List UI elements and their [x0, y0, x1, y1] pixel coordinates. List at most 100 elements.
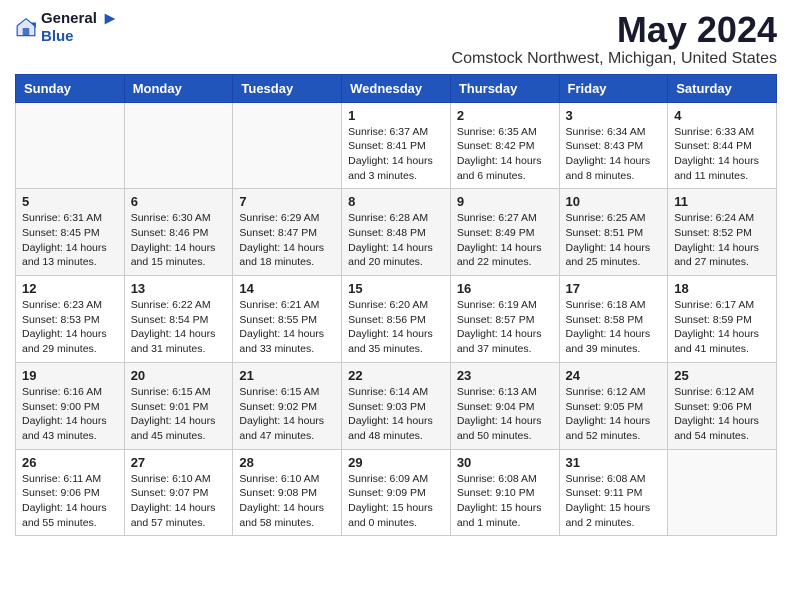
calendar-cell: 18 Sunrise: 6:17 AMSunset: 8:59 PMDayligh… [668, 276, 777, 363]
calendar-cell: 9 Sunrise: 6:27 AMSunset: 8:49 PMDaylight… [450, 189, 559, 276]
day-number: 7 [239, 194, 335, 209]
calendar-cell: 20 Sunrise: 6:15 AMSunset: 9:01 PMDayligh… [124, 362, 233, 449]
day-info: Sunrise: 6:13 AMSunset: 9:04 PMDaylight:… [457, 385, 553, 444]
day-number: 15 [348, 281, 444, 296]
weekday-header-thursday: Thursday [450, 74, 559, 102]
day-info: Sunrise: 6:31 AMSunset: 8:45 PMDaylight:… [22, 211, 118, 270]
calendar-cell: 15 Sunrise: 6:20 AMSunset: 8:56 PMDayligh… [342, 276, 451, 363]
calendar-cell: 19 Sunrise: 6:16 AMSunset: 9:00 PMDayligh… [16, 362, 125, 449]
weekday-header-row: SundayMondayTuesdayWednesdayThursdayFrid… [16, 74, 777, 102]
calendar-cell: 4 Sunrise: 6:33 AMSunset: 8:44 PMDaylight… [668, 102, 777, 189]
calendar-cell: 7 Sunrise: 6:29 AMSunset: 8:47 PMDaylight… [233, 189, 342, 276]
day-info: Sunrise: 6:10 AMSunset: 9:08 PMDaylight:… [239, 472, 335, 531]
calendar-cell: 17Sunrise: 6:18 AMSunset: 8:58 PMDayligh… [559, 276, 668, 363]
day-info: Sunrise: 6:34 AMSunset: 8:43 PMDaylight:… [566, 125, 662, 184]
title-area: May 2024 Comstock Northwest, Michigan, U… [452, 10, 777, 68]
calendar-cell: 27 Sunrise: 6:10 AMSunset: 9:07 PMDayligh… [124, 449, 233, 536]
day-info: Sunrise: 6:27 AMSunset: 8:49 PMDaylight:… [457, 211, 553, 270]
day-info: Sunrise: 6:11 AMSunset: 9:06 PMDaylight:… [22, 472, 118, 531]
calendar-cell: 14 Sunrise: 6:21 AMSunset: 8:55 PMDayligh… [233, 276, 342, 363]
day-number: 1 [348, 108, 444, 123]
calendar-cell: 21Sunrise: 6:15 AMSunset: 9:02 PMDayligh… [233, 362, 342, 449]
day-number: 20 [131, 368, 227, 383]
weekday-header-sunday: Sunday [16, 74, 125, 102]
day-number: 26 [22, 455, 118, 470]
day-number: 12 [22, 281, 118, 296]
calendar-cell [124, 102, 233, 189]
day-number: 24 [566, 368, 662, 383]
day-info: Sunrise: 6:08 AMSunset: 9:10 PMDaylight:… [457, 472, 553, 531]
day-number: 5 [22, 194, 118, 209]
day-info: Sunrise: 6:12 AMSunset: 9:06 PMDaylight:… [674, 385, 770, 444]
calendar-cell [16, 102, 125, 189]
day-number: 27 [131, 455, 227, 470]
calendar-cell: 1Sunrise: 6:37 AMSunset: 8:41 PMDaylight… [342, 102, 451, 189]
day-number: 11 [674, 194, 770, 209]
day-info: Sunrise: 6:16 AMSunset: 9:00 PMDaylight:… [22, 385, 118, 444]
day-info: Sunrise: 6:20 AMSunset: 8:56 PMDaylight:… [348, 298, 444, 357]
day-number: 13 [131, 281, 227, 296]
calendar-week-row: 5 Sunrise: 6:31 AMSunset: 8:45 PMDaylight… [16, 189, 777, 276]
day-number: 30 [457, 455, 553, 470]
calendar-cell: 22Sunrise: 6:14 AMSunset: 9:03 PMDayligh… [342, 362, 451, 449]
calendar-cell: 5 Sunrise: 6:31 AMSunset: 8:45 PMDaylight… [16, 189, 125, 276]
calendar-cell: 16Sunrise: 6:19 AMSunset: 8:57 PMDayligh… [450, 276, 559, 363]
day-number: 9 [457, 194, 553, 209]
day-info: Sunrise: 6:21 AMSunset: 8:55 PMDaylight:… [239, 298, 335, 357]
day-info: Sunrise: 6:18 AMSunset: 8:58 PMDaylight:… [566, 298, 662, 357]
day-number: 14 [239, 281, 335, 296]
calendar-cell: 23 Sunrise: 6:13 AMSunset: 9:04 PMDayligh… [450, 362, 559, 449]
calendar-table: SundayMondayTuesdayWednesdayThursdayFrid… [15, 74, 777, 537]
day-info: Sunrise: 6:10 AMSunset: 9:07 PMDaylight:… [131, 472, 227, 531]
day-info: Sunrise: 6:19 AMSunset: 8:57 PMDaylight:… [457, 298, 553, 357]
day-number: 19 [22, 368, 118, 383]
day-number: 10 [566, 194, 662, 209]
day-number: 23 [457, 368, 553, 383]
location-title: Comstock Northwest, Michigan, United Sta… [452, 50, 777, 68]
day-info: Sunrise: 6:30 AMSunset: 8:46 PMDaylight:… [131, 211, 227, 270]
calendar-cell: 30 Sunrise: 6:08 AMSunset: 9:10 PMDayligh… [450, 449, 559, 536]
calendar-cell: 26 Sunrise: 6:11 AMSunset: 9:06 PMDayligh… [16, 449, 125, 536]
logo-arrow-icon [102, 11, 118, 27]
day-info: Sunrise: 6:35 AMSunset: 8:42 PMDaylight:… [457, 125, 553, 184]
weekday-header-wednesday: Wednesday [342, 74, 451, 102]
day-info: Sunrise: 6:24 AMSunset: 8:52 PMDaylight:… [674, 211, 770, 270]
day-number: 6 [131, 194, 227, 209]
day-number: 29 [348, 455, 444, 470]
day-number: 22 [348, 368, 444, 383]
day-number: 2 [457, 108, 553, 123]
day-info: Sunrise: 6:15 AMSunset: 9:01 PMDaylight:… [131, 385, 227, 444]
weekday-header-tuesday: Tuesday [233, 74, 342, 102]
calendar-cell: 12Sunrise: 6:23 AMSunset: 8:53 PMDayligh… [16, 276, 125, 363]
day-number: 8 [348, 194, 444, 209]
calendar-cell: 10 Sunrise: 6:25 AMSunset: 8:51 PMDayligh… [559, 189, 668, 276]
day-number: 21 [239, 368, 335, 383]
day-number: 4 [674, 108, 770, 123]
day-info: Sunrise: 6:09 AMSunset: 9:09 PMDaylight:… [348, 472, 444, 531]
calendar-cell: 29 Sunrise: 6:09 AMSunset: 9:09 PMDayligh… [342, 449, 451, 536]
calendar-cell: 25Sunrise: 6:12 AMSunset: 9:06 PMDayligh… [668, 362, 777, 449]
calendar-cell: 2 Sunrise: 6:35 AMSunset: 8:42 PMDaylight… [450, 102, 559, 189]
calendar-cell: 31Sunrise: 6:08 AMSunset: 9:11 PMDayligh… [559, 449, 668, 536]
calendar-cell: 13 Sunrise: 6:22 AMSunset: 8:54 PMDayligh… [124, 276, 233, 363]
weekday-header-friday: Friday [559, 74, 668, 102]
calendar-cell: 3Sunrise: 6:34 AMSunset: 8:43 PMDaylight… [559, 102, 668, 189]
day-info: Sunrise: 6:25 AMSunset: 8:51 PMDaylight:… [566, 211, 662, 270]
logo-text: General Blue [41, 10, 118, 45]
day-number: 18 [674, 281, 770, 296]
day-info: Sunrise: 6:28 AMSunset: 8:48 PMDaylight:… [348, 211, 444, 270]
calendar-week-row: 12Sunrise: 6:23 AMSunset: 8:53 PMDayligh… [16, 276, 777, 363]
calendar-week-row: 19 Sunrise: 6:16 AMSunset: 9:00 PMDayligh… [16, 362, 777, 449]
day-number: 28 [239, 455, 335, 470]
weekday-header-monday: Monday [124, 74, 233, 102]
calendar-cell: 24 Sunrise: 6:12 AMSunset: 9:05 PMDayligh… [559, 362, 668, 449]
calendar-cell: 8 Sunrise: 6:28 AMSunset: 8:48 PMDaylight… [342, 189, 451, 276]
day-info: Sunrise: 6:12 AMSunset: 9:05 PMDaylight:… [566, 385, 662, 444]
logo-blue-text: Blue [41, 28, 118, 45]
calendar-cell: 11 Sunrise: 6:24 AMSunset: 8:52 PMDayligh… [668, 189, 777, 276]
day-info: Sunrise: 6:33 AMSunset: 8:44 PMDaylight:… [674, 125, 770, 184]
day-info: Sunrise: 6:08 AMSunset: 9:11 PMDaylight:… [566, 472, 662, 531]
day-info: Sunrise: 6:22 AMSunset: 8:54 PMDaylight:… [131, 298, 227, 357]
day-info: Sunrise: 6:29 AMSunset: 8:47 PMDaylight:… [239, 211, 335, 270]
day-info: Sunrise: 6:17 AMSunset: 8:59 PMDaylight:… [674, 298, 770, 357]
